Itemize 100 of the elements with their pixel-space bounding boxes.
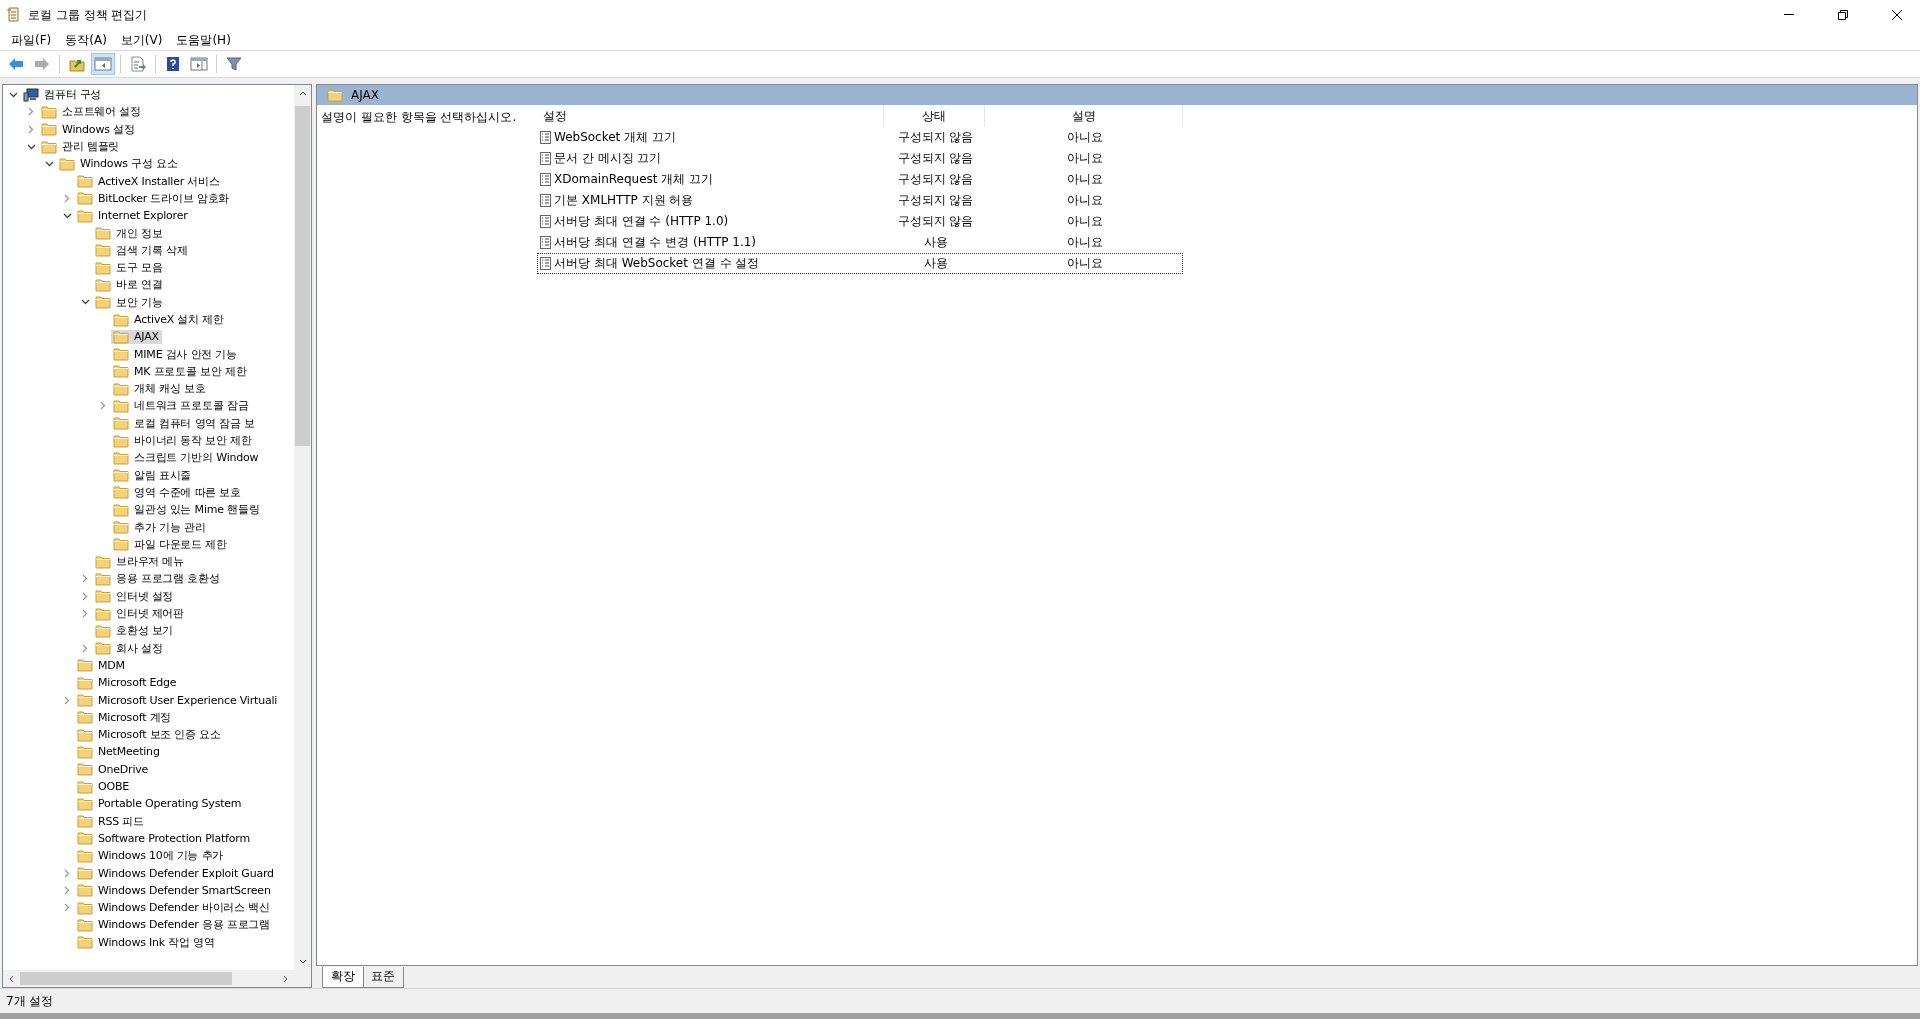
tree-item[interactable]: Windows 구성 요소 (57, 156, 181, 172)
tree-item[interactable]: 일관성 있는 Mime 핸들링 (111, 502, 263, 518)
tree-item[interactable]: 호환성 보기 (93, 623, 177, 639)
settings-row[interactable]: 서버당 최대 WebSocket 연결 수 설정 사용 아니요 (537, 253, 1183, 274)
expand-caret-icon[interactable] (82, 643, 88, 653)
folder-icon (77, 744, 93, 759)
tree-item[interactable]: OneDrive (75, 762, 152, 777)
tree-item[interactable]: 컴퓨터 구성 (21, 87, 105, 103)
forward-arrow-icon (34, 57, 50, 71)
folder-icon (95, 226, 111, 240)
scroll-up-icon[interactable] (298, 91, 307, 96)
tree-item[interactable]: RSS 피드 (75, 813, 147, 829)
folder-icon (95, 554, 111, 569)
tree-item[interactable]: 스크립트 기반의 Window (111, 450, 262, 466)
tree-item[interactable]: 응용 프로그램 호환성 (93, 571, 223, 587)
tree-item[interactable]: BitLocker 드라이브 암호화 (75, 190, 233, 206)
tree-item[interactable]: Microsoft User Experience Virtuali (75, 693, 281, 708)
collapse-caret-icon[interactable] (80, 299, 90, 306)
menu-item[interactable]: 보기(V) (113, 31, 170, 49)
tree-item[interactable]: 개인 정보 (93, 225, 166, 241)
settings-row[interactable]: 문서 간 메시징 끄기 구성되지 않음 아니요 (537, 148, 1183, 169)
tree-item[interactable]: 보안 기능 (93, 294, 166, 310)
tree-item[interactable]: Software Protection Platform (75, 831, 253, 846)
settings-row[interactable]: 서버당 최대 연결 수 (HTTP 1.0) 구성되지 않음 아니요 (537, 211, 1183, 232)
tree-item[interactable]: Windows Defender 응용 프로그램 (75, 917, 273, 933)
tree-item[interactable]: 로컬 컴퓨터 영역 잠금 보 (111, 415, 259, 431)
tree-item[interactable]: 네트워크 프로토콜 잠금 (111, 398, 252, 414)
tree-item[interactable]: 검색 기록 삭제 (93, 242, 191, 258)
expand-caret-icon[interactable] (64, 193, 70, 203)
menu-item[interactable]: 파일(F) (4, 31, 59, 49)
scrollbar-thumb[interactable] (20, 972, 232, 985)
tree-item[interactable]: 바로 연결 (93, 277, 166, 293)
tree-item[interactable]: AJAX (111, 329, 162, 344)
tree-item[interactable]: Microsoft Edge (75, 675, 180, 690)
scrollbar-thumb[interactable] (295, 106, 310, 446)
tree-item[interactable]: Windows Defender SmartScreen (75, 883, 274, 898)
table-cell: 사용 (923, 234, 948, 251)
scroll-right-icon[interactable] (283, 974, 288, 983)
tree-item[interactable]: Windows Defender 바이러스 백신 (75, 900, 273, 916)
scroll-icon (6, 7, 20, 23)
settings-row[interactable]: 서버당 최대 연결 수 변경 (HTTP 1.1) 사용 아니요 (537, 232, 1183, 253)
folder-icon (77, 675, 93, 690)
folder-icon (113, 381, 129, 396)
tree-item[interactable]: Windows Defender Exploit Guard (75, 866, 277, 880)
tree-item[interactable]: 추가 기능 관리 (111, 519, 209, 535)
table-cell: WebSocket 개체 끄기 (554, 129, 676, 146)
column-header[interactable]: 설명 (985, 105, 1183, 127)
menu-item[interactable]: 도움말(H) (169, 31, 238, 49)
expand-caret-icon[interactable] (64, 695, 70, 705)
horizontal-scrollbar[interactable] (3, 970, 311, 987)
menu-item[interactable]: 동작(A) (58, 31, 114, 49)
policy-icon (540, 194, 551, 207)
collapse-caret-icon[interactable] (8, 91, 18, 98)
tree-item[interactable]: 알림 표시줄 (111, 467, 195, 483)
vertical-scrollbar[interactable] (294, 85, 311, 970)
tree-item[interactable]: 인터넷 제어판 (93, 606, 188, 622)
folder-icon (77, 208, 93, 223)
folder-icon (59, 156, 75, 171)
scroll-left-icon[interactable] (9, 974, 14, 983)
tree-item[interactable]: Windows Ink 작업 영역 (75, 934, 218, 950)
tree-item[interactable]: ActiveX Installer 서비스 (75, 173, 223, 189)
settings-row[interactable]: 기본 XMLHTTP 지원 허용 구성되지 않음 아니요 (537, 190, 1183, 211)
settings-row[interactable]: WebSocket 개체 끄기 구성되지 않음 아니요 (537, 127, 1183, 148)
folder-icon (77, 917, 93, 932)
tree-item[interactable]: Windows 설정 (39, 121, 138, 137)
tree-item[interactable]: Microsoft 보조 인증 요소 (75, 727, 224, 743)
tree-item[interactable]: 개체 캐싱 보호 (111, 381, 209, 397)
view-tab[interactable]: 확장 (322, 967, 364, 988)
table-cell: 구성되지 않음 (897, 192, 974, 209)
tree-item[interactable]: MDM (75, 658, 128, 673)
tree-item[interactable]: 회사 설정 (93, 640, 166, 656)
expand-caret-icon[interactable] (100, 401, 106, 411)
tree-item[interactable]: 도구 모음 (93, 260, 166, 276)
folder-icon (113, 537, 129, 552)
tree-item[interactable]: Windows 10에 기능 추가 (75, 848, 227, 864)
collapse-caret-icon[interactable] (62, 212, 72, 219)
tree-item[interactable]: 관리 템플릿 (39, 139, 123, 155)
settings-row[interactable]: XDomainRequest 개체 끄기 구성되지 않음 아니요 (537, 169, 1183, 190)
column-header[interactable]: 설정 (537, 105, 884, 127)
folder-icon (77, 693, 93, 708)
tree-item[interactable]: ActiveX 설치 제한 (111, 312, 227, 327)
folder-icon (327, 88, 343, 102)
pane-title: AJAX (351, 88, 379, 102)
tree-item[interactable]: 소프트웨어 설정 (39, 104, 144, 120)
tree-item[interactable]: 영역 수준에 따른 보호 (111, 484, 245, 500)
tree-item[interactable]: 바이너리 동작 보안 제한 (111, 433, 255, 449)
tree-item[interactable]: Microsoft 계정 (75, 709, 175, 725)
scroll-down-icon[interactable] (298, 959, 307, 964)
tree-item[interactable]: MIME 검사 안전 기능 (111, 346, 241, 362)
tree-item[interactable]: 파일 다운로드 제한 (111, 536, 230, 552)
tree-item[interactable]: 브라우저 메뉴 (93, 554, 188, 570)
tree-item[interactable]: MK 프로토콜 보안 제한 (111, 363, 250, 379)
tree-item[interactable]: 인터넷 설정 (93, 588, 177, 604)
tree-item[interactable]: OOBE (75, 779, 132, 794)
view-tab[interactable]: 표준 (362, 967, 404, 988)
tree-item[interactable]: Internet Explorer (75, 208, 191, 223)
folder-icon (95, 571, 111, 586)
tree-item[interactable]: Portable Operating System (75, 796, 245, 811)
column-header[interactable]: 상태 (884, 105, 985, 127)
tree-item[interactable]: NetMeeting (75, 744, 163, 759)
